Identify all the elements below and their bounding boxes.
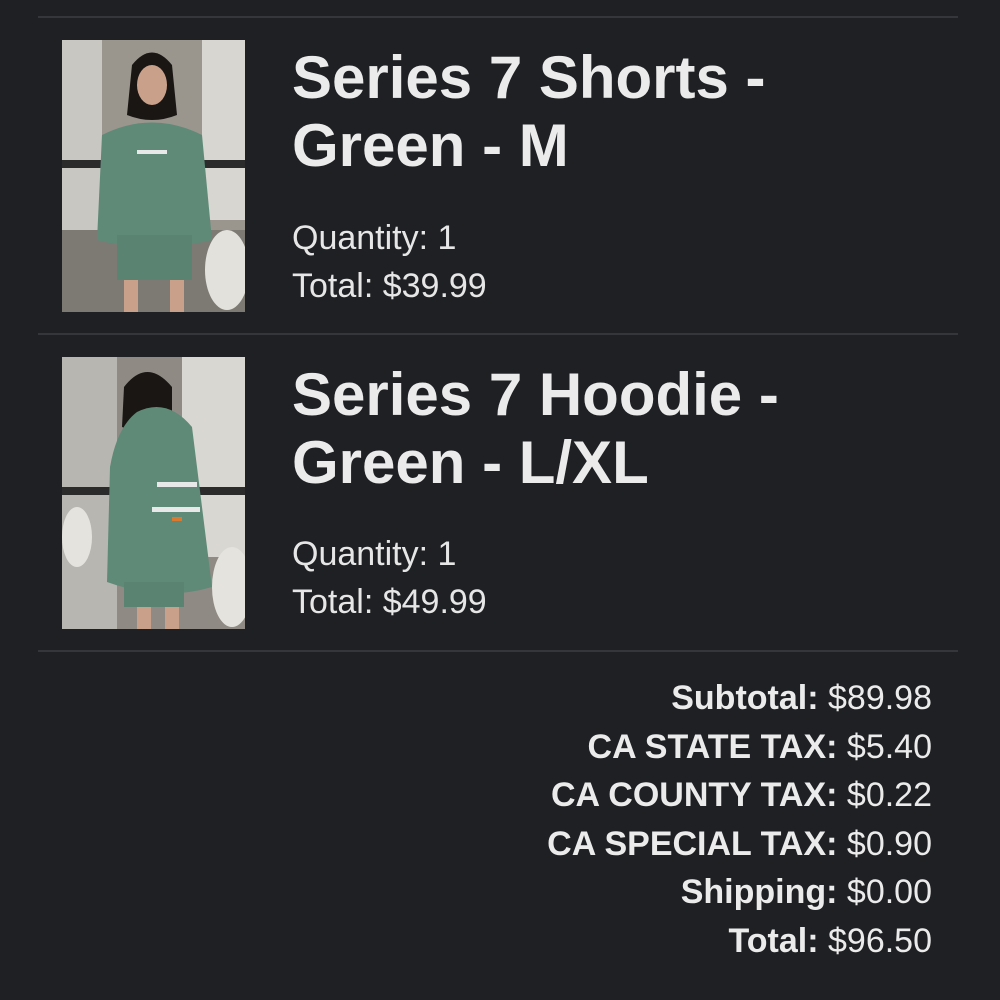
item-title-line-1: Series 7 Shorts - xyxy=(292,44,766,111)
quantity-value: 1 xyxy=(437,535,457,573)
divider xyxy=(38,333,958,335)
item-total-label: Total: xyxy=(292,583,374,621)
order-total-row: Total: $96.50 xyxy=(547,917,932,966)
shipping-label: Shipping: xyxy=(680,873,838,911)
item-title-line-2: Green - L/XL xyxy=(292,429,649,496)
quantity-label: Quantity: xyxy=(292,535,429,573)
item-title-line-2: Green - M xyxy=(292,112,569,179)
special-tax-label: CA SPECIAL TAX: xyxy=(547,824,838,863)
item-meta: Quantity: 1 Total: $49.99 xyxy=(292,530,487,626)
item-meta: Quantity: 1 Total: $39.99 xyxy=(292,214,487,310)
item-total-value: $39.99 xyxy=(382,267,487,305)
shipping-value: $0.00 xyxy=(846,873,932,911)
county-tax-row: CA COUNTY TAX: $0.22 xyxy=(547,771,932,820)
order-total-label: Total: xyxy=(728,921,819,960)
quantity-value: 1 xyxy=(437,219,457,257)
order-total-value: $96.50 xyxy=(828,921,932,960)
item-total-row: Total: $49.99 xyxy=(292,578,487,626)
order-totals: Subtotal: $89.98 CA STATE TAX: $5.40 CA … xyxy=(547,674,932,965)
county-tax-label: CA COUNTY TAX: xyxy=(550,776,838,814)
item-title-line-1: Series 7 Hoodie - xyxy=(292,361,779,428)
state-tax-label: CA STATE TAX: xyxy=(587,727,838,766)
item-total-label: Total: xyxy=(292,267,374,305)
item-total-value: $49.99 xyxy=(382,583,487,621)
divider xyxy=(38,650,958,652)
product-photo-shorts[interactable] xyxy=(62,40,245,312)
product-photo-hoodie[interactable] xyxy=(62,357,245,629)
quantity-label: Quantity: xyxy=(292,219,429,257)
state-tax-value: $5.40 xyxy=(846,727,932,766)
quantity-row: Quantity: 1 xyxy=(292,214,487,262)
order-summary-page: Series 7 Shorts - Green - M Quantity: 1 … xyxy=(0,0,1000,1000)
quantity-row: Quantity: 1 xyxy=(292,530,487,578)
subtotal-value: $89.98 xyxy=(828,679,932,717)
product-image-shorts xyxy=(62,40,245,312)
subtotal-row: Subtotal: $89.98 xyxy=(547,674,932,723)
county-tax-value: $0.22 xyxy=(846,776,932,814)
item-title[interactable]: Series 7 Hoodie - Green - L/XL xyxy=(292,361,972,497)
subtotal-label: Subtotal: xyxy=(671,679,819,717)
item-total-row: Total: $39.99 xyxy=(292,262,487,310)
item-title[interactable]: Series 7 Shorts - Green - M xyxy=(292,44,972,180)
product-image-hoodie xyxy=(62,357,245,629)
shipping-row: Shipping: $0.00 xyxy=(547,868,932,917)
special-tax-value: $0.90 xyxy=(846,824,932,863)
special-tax-row: CA SPECIAL TAX: $0.90 xyxy=(547,820,932,869)
state-tax-row: CA STATE TAX: $5.40 xyxy=(547,723,932,772)
divider xyxy=(38,16,958,18)
